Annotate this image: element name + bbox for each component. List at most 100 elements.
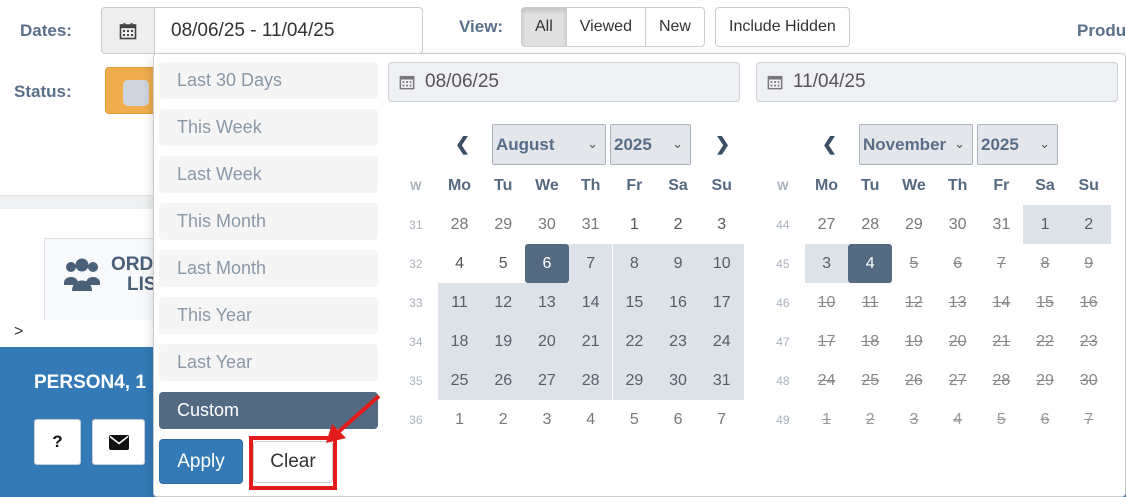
calendar-day[interactable]: 29: [1023, 361, 1067, 400]
next-month-icon[interactable]: ❯: [715, 134, 730, 155]
calendar-day[interactable]: 10: [699, 244, 744, 283]
start-date-input[interactable]: 08/06/25: [388, 62, 740, 102]
calendar-day[interactable]: 6: [1023, 400, 1067, 439]
calendar-icon[interactable]: [102, 8, 155, 53]
calendar-day[interactable]: 20: [525, 322, 569, 361]
calendar-day[interactable]: 11: [437, 283, 482, 322]
calendar-day[interactable]: 6: [656, 400, 700, 439]
calendar-day[interactable]: 3: [892, 400, 936, 439]
apply-button[interactable]: Apply: [159, 439, 243, 484]
calendar-day[interactable]: 22: [612, 322, 657, 361]
calendar-day[interactable]: 28: [438, 205, 482, 244]
calendar-day[interactable]: 29: [612, 361, 657, 400]
calendar-day[interactable]: 4: [936, 400, 980, 439]
calendar-day[interactable]: 3: [804, 244, 849, 283]
calendar-day[interactable]: 31: [980, 205, 1024, 244]
calendar-day[interactable]: 20: [936, 322, 980, 361]
calendar-day[interactable]: 13: [936, 283, 980, 322]
calendar-day[interactable]: 2: [1066, 205, 1111, 244]
calendar-day[interactable]: 19: [892, 322, 936, 361]
range-this-year[interactable]: This Year: [159, 297, 378, 334]
calendar-day[interactable]: 7: [700, 400, 744, 439]
calendar-day[interactable]: 1: [613, 205, 657, 244]
calendar-day[interactable]: 18: [848, 322, 892, 361]
calendar-day[interactable]: 18: [437, 322, 482, 361]
calendar-day[interactable]: 21: [980, 322, 1024, 361]
calendar-day[interactable]: 26: [892, 361, 936, 400]
date-range-field[interactable]: 08/06/25 - 11/04/25: [101, 7, 423, 54]
calendar-day[interactable]: 13: [525, 283, 569, 322]
view-all-button[interactable]: All: [521, 7, 567, 47]
calendar-day[interactable]: 2: [481, 400, 525, 439]
range-last-30-days[interactable]: Last 30 Days: [159, 62, 378, 99]
end-date-input[interactable]: 11/04/25: [756, 62, 1118, 102]
calendar-day[interactable]: 6: [936, 244, 980, 283]
calendar-day[interactable]: 4: [848, 244, 893, 283]
calendar-day[interactable]: 4: [438, 244, 482, 283]
calendar-day[interactable]: 28: [848, 205, 892, 244]
help-button[interactable]: ?: [34, 419, 81, 465]
calendar-day[interactable]: 3: [525, 400, 569, 439]
calendar-day[interactable]: 28: [980, 361, 1024, 400]
calendar-day[interactable]: 7: [568, 244, 613, 283]
calendar-day[interactable]: 30: [525, 205, 569, 244]
calendar-day[interactable]: 17: [805, 322, 849, 361]
calendar-day[interactable]: 10: [805, 283, 849, 322]
include-hidden-button[interactable]: Include Hidden: [715, 7, 850, 47]
calendar-day[interactable]: 27: [936, 361, 980, 400]
calendar-day[interactable]: 25: [437, 361, 482, 400]
range-last-month[interactable]: Last Month: [159, 250, 378, 287]
calendar-day[interactable]: 30: [656, 361, 700, 400]
range-last-week[interactable]: Last Week: [159, 156, 378, 193]
calendar-day[interactable]: 4: [569, 400, 613, 439]
calendar-day[interactable]: 8: [1023, 244, 1067, 283]
year-select-right[interactable]: 2025 ⌄: [977, 124, 1058, 165]
calendar-day[interactable]: 1: [438, 400, 482, 439]
status-checkbox[interactable]: [123, 80, 149, 106]
calendar-day[interactable]: 27: [525, 361, 569, 400]
month-select-left[interactable]: August ⌄: [492, 124, 606, 165]
calendar-day[interactable]: 26: [481, 361, 526, 400]
view-viewed-button[interactable]: Viewed: [565, 7, 646, 47]
calendar-day[interactable]: 24: [805, 361, 849, 400]
calendar-day[interactable]: 21: [568, 322, 613, 361]
calendar-day[interactable]: 27: [805, 205, 849, 244]
calendar-day[interactable]: 5: [980, 400, 1024, 439]
calendar-day[interactable]: 6: [525, 244, 569, 283]
prev-month-icon[interactable]: ❮: [822, 134, 837, 155]
calendar-day[interactable]: 9: [1067, 244, 1111, 283]
calendar-day[interactable]: 15: [612, 283, 657, 322]
year-select-left[interactable]: 2025 ⌄: [610, 124, 691, 165]
calendar-day[interactable]: 2: [656, 205, 700, 244]
calendar-day[interactable]: 5: [892, 244, 936, 283]
calendar-day[interactable]: 25: [848, 361, 892, 400]
calendar-day[interactable]: 1: [805, 400, 849, 439]
calendar-day[interactable]: 7: [980, 244, 1024, 283]
date-range-value[interactable]: 08/06/25 - 11/04/25: [155, 8, 422, 53]
calendar-day[interactable]: 2: [848, 400, 892, 439]
calendar-day[interactable]: 17: [699, 283, 744, 322]
calendar-day[interactable]: 31: [569, 205, 613, 244]
calendar-day[interactable]: 12: [481, 283, 526, 322]
calendar-day[interactable]: 16: [656, 283, 700, 322]
mail-button[interactable]: [92, 419, 145, 465]
calendar-day[interactable]: 31: [699, 361, 744, 400]
range-this-week[interactable]: This Week: [159, 109, 378, 146]
month-select-right[interactable]: November ⌄: [859, 124, 973, 165]
calendar-day[interactable]: 16: [1067, 283, 1111, 322]
range-last-year[interactable]: Last Year: [159, 344, 378, 381]
calendar-day[interactable]: 29: [892, 205, 936, 244]
calendar-day[interactable]: 28: [568, 361, 613, 400]
calendar-day[interactable]: 5: [481, 244, 525, 283]
calendar-day[interactable]: 8: [612, 244, 657, 283]
calendar-day[interactable]: 22: [1023, 322, 1067, 361]
calendar-day[interactable]: 24: [699, 322, 744, 361]
calendar-day[interactable]: 1: [1023, 205, 1067, 244]
calendar-day[interactable]: 14: [980, 283, 1024, 322]
calendar-day[interactable]: 11: [848, 283, 892, 322]
calendar-day[interactable]: 15: [1023, 283, 1067, 322]
status-toggle[interactable]: [105, 67, 157, 114]
prev-month-icon[interactable]: ❮: [455, 134, 470, 155]
calendar-day[interactable]: 7: [1067, 400, 1111, 439]
calendar-day[interactable]: 23: [656, 322, 700, 361]
